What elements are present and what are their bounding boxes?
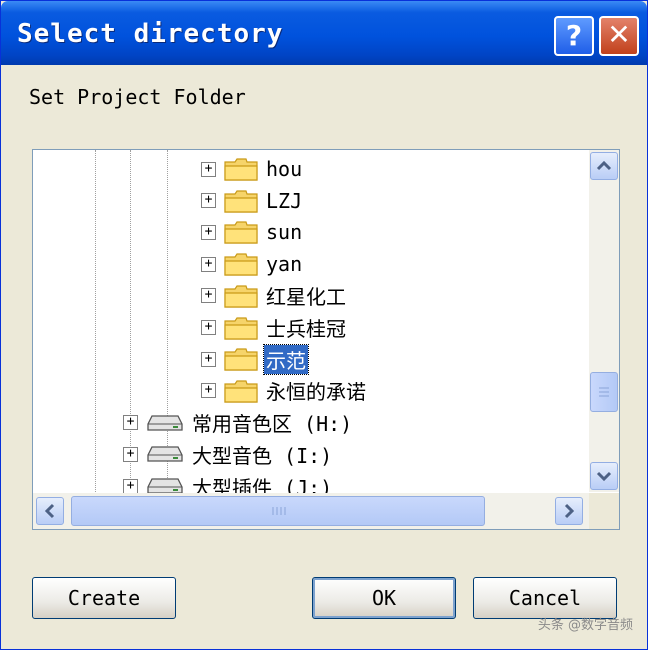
tree-guide-line bbox=[95, 150, 96, 492]
horizontal-scrollbar[interactable] bbox=[33, 493, 589, 529]
expand-plus-icon[interactable]: + bbox=[123, 446, 138, 462]
cancel-button[interactable]: Cancel bbox=[473, 577, 617, 619]
chevron-right-icon bbox=[564, 503, 575, 519]
tree-item-label: hou bbox=[266, 157, 303, 181]
folder-icon bbox=[224, 253, 258, 276]
scroll-up-button[interactable] bbox=[590, 152, 618, 180]
expand-plus-icon[interactable]: + bbox=[201, 193, 216, 209]
create-button[interactable]: Create bbox=[32, 577, 176, 619]
vertical-scroll-thumb[interactable] bbox=[590, 372, 618, 412]
chevron-up-icon bbox=[596, 160, 612, 171]
tree-item-label: LZJ bbox=[266, 188, 303, 213]
expand-plus-icon[interactable]: + bbox=[201, 383, 216, 399]
vertical-scrollbar[interactable] bbox=[589, 150, 619, 492]
drive-icon bbox=[147, 446, 183, 462]
question-mark-icon: ? bbox=[565, 19, 583, 52]
title-bar[interactable]: Select directory ? ✕ bbox=[1, 1, 647, 65]
tree-item-label: sun bbox=[266, 220, 303, 245]
tree-folder-item[interactable]: + yan bbox=[201, 249, 304, 279]
ok-button[interactable]: OK bbox=[312, 577, 456, 619]
expand-plus-icon[interactable]: + bbox=[201, 224, 216, 240]
expand-plus-icon[interactable]: + bbox=[201, 288, 216, 304]
tree-drive-item[interactable]: + 常用音色区 (H:) bbox=[123, 408, 354, 438]
tree-item-label: 常用音色区 (H:) bbox=[192, 412, 353, 437]
tree-item-label: yan bbox=[266, 252, 303, 277]
tree-folder-item[interactable]: + sun bbox=[201, 217, 304, 247]
folder-icon bbox=[224, 380, 258, 403]
scroll-left-button[interactable] bbox=[36, 497, 64, 525]
tree-item-label: 士兵桂冠 bbox=[266, 317, 346, 341]
drive-icon bbox=[147, 414, 183, 431]
scroll-right-button[interactable] bbox=[555, 497, 583, 525]
scroll-corner bbox=[589, 493, 619, 529]
tree-item-label: 永恒的承诺 bbox=[266, 380, 366, 405]
grip-icon bbox=[599, 387, 609, 397]
window-title: Select directory bbox=[17, 19, 284, 49]
tree-folder-item[interactable]: + 红星化工 bbox=[201, 281, 348, 311]
help-button[interactable]: ? bbox=[554, 16, 594, 56]
horizontal-scroll-thumb[interactable] bbox=[71, 496, 485, 526]
tree-drive-item[interactable]: + 大型音色 (I:) bbox=[123, 439, 334, 469]
expand-plus-icon[interactable]: + bbox=[201, 320, 216, 335]
watermark: 头条 @数字音频 bbox=[537, 618, 633, 633]
chevron-left-icon bbox=[44, 503, 55, 519]
grip-icon bbox=[272, 507, 286, 515]
folder-icon bbox=[224, 316, 258, 340]
tree-folder-item[interactable]: + 士兵桂冠 bbox=[201, 313, 348, 343]
tree-item-label: 大型音色 (I:) bbox=[192, 443, 333, 468]
expand-plus-icon[interactable]: + bbox=[123, 415, 138, 431]
tree-item-label: 红星化工 bbox=[266, 285, 346, 310]
expand-plus-icon[interactable]: + bbox=[201, 161, 216, 177]
expand-plus-icon[interactable]: + bbox=[123, 478, 138, 494]
tree-folder-item[interactable]: + LZJ bbox=[201, 186, 304, 216]
expand-plus-icon[interactable]: + bbox=[201, 256, 216, 272]
tree-folder-item[interactable]: + hou bbox=[201, 154, 304, 184]
select-directory-dialog: Select directory ? ✕ Set Project Folder … bbox=[0, 0, 648, 650]
close-button[interactable]: ✕ bbox=[599, 16, 639, 56]
tree-folder-item[interactable]: + 示范 bbox=[201, 343, 309, 375]
folder-icon bbox=[224, 348, 258, 371]
folder-icon bbox=[224, 158, 258, 181]
folder-tree[interactable]: + hou + LZJ + sun + yan + 红星化工 + 士兵桂冠 + 示范 + 永恒的承诺 + 常用音色… bbox=[32, 149, 620, 530]
tree-item-label: 示范 bbox=[263, 343, 309, 375]
dialog-label: Set Project Folder bbox=[29, 85, 246, 109]
expand-plus-icon[interactable]: + bbox=[201, 351, 216, 367]
folder-icon bbox=[224, 285, 258, 308]
scroll-down-button[interactable] bbox=[590, 462, 618, 490]
chevron-down-icon bbox=[596, 471, 612, 482]
folder-icon bbox=[224, 221, 258, 244]
folder-icon bbox=[224, 190, 258, 213]
tree-folder-item[interactable]: + 永恒的承诺 bbox=[201, 376, 368, 406]
close-icon: ✕ bbox=[607, 18, 631, 51]
